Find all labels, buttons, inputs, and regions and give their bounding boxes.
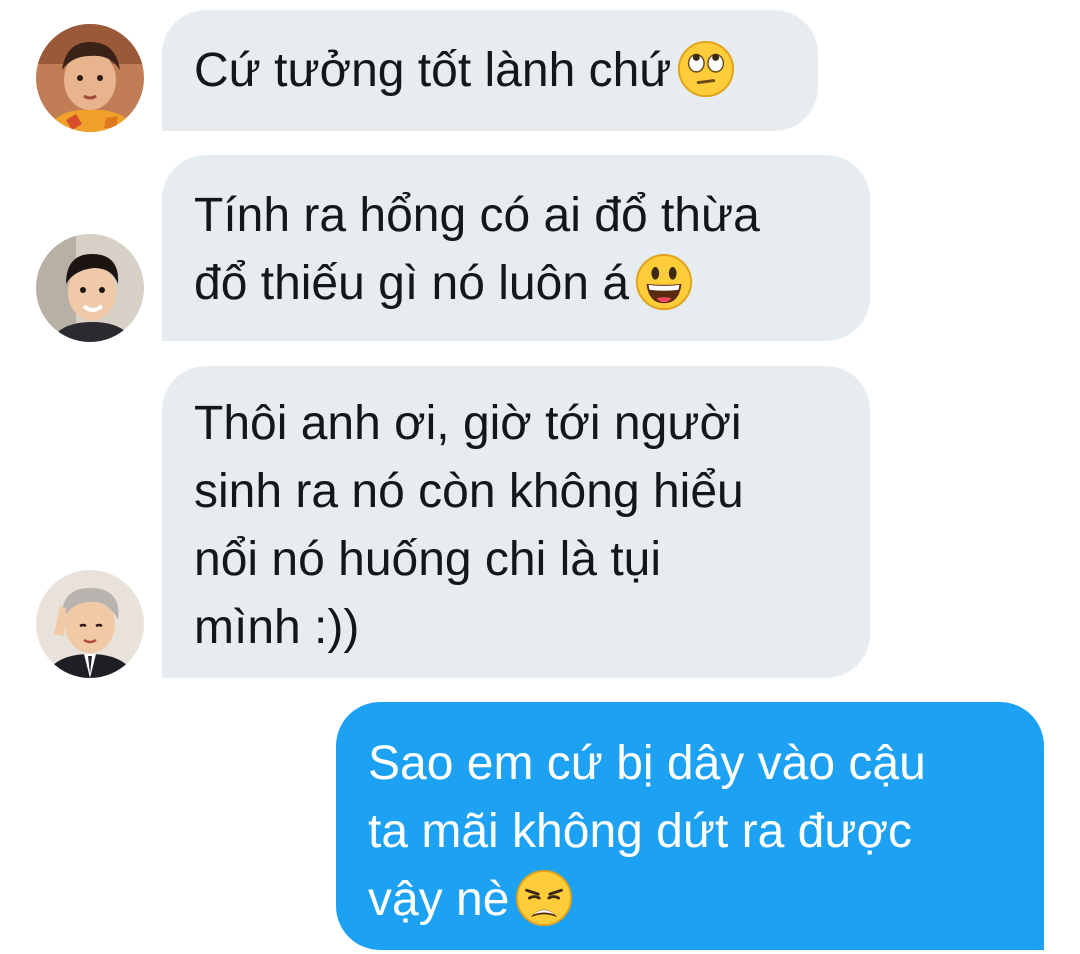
face-with-rolling-eyes-icon	[678, 41, 735, 98]
avatar-user-2[interactable]	[36, 234, 144, 342]
message-text-line: nổi nó huống chi là tụi	[194, 533, 662, 586]
message-text-line: mình :))	[194, 601, 360, 654]
message-text-line: vậy nè	[368, 866, 1010, 934]
weary-face-icon	[516, 870, 573, 927]
message-bubble-incoming[interactable]: Cứ tưởng tốt lành chứ	[162, 10, 818, 131]
avatar-user-3[interactable]	[36, 570, 144, 678]
message-text-line: Tính ra hổng có ai đổ thừa	[194, 189, 760, 242]
message-text-line: ta mãi không dứt ra được	[368, 805, 912, 858]
message-text: Cứ tưởng tốt lành chứ	[194, 37, 784, 105]
message-text-line: Thôi anh ơi, giờ tới người	[194, 397, 742, 450]
avatar-user-1[interactable]	[36, 24, 144, 132]
message-text-line: sinh ra nó còn không hiểu	[194, 465, 744, 518]
message-text-line: đổ thiếu gì nó luôn á	[194, 250, 836, 318]
message-bubble-incoming[interactable]: Tính ra hổng có ai đổ thừa đổ thiếu gì n…	[162, 155, 870, 341]
message-bubble-incoming[interactable]: Thôi anh ơi, giờ tới người sinh ra nó cò…	[162, 366, 870, 678]
message-bubble-outgoing[interactable]: Sao em cứ bị dây vào cậu ta mãi không dứ…	[336, 702, 1044, 950]
grinning-face-with-big-eyes-icon	[635, 254, 693, 311]
message-text-line: Sao em cứ bị dây vào cậu	[368, 737, 926, 790]
conversation-thread: Cứ tưởng tốt lành chứ Tính ra hổng có ai…	[0, 0, 1080, 954]
